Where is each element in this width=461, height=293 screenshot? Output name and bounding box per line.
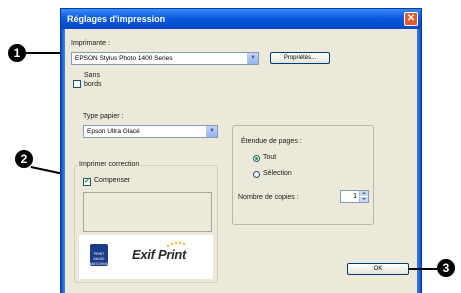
exif-dots-icon [167,242,185,247]
paper-type-label: Type papier : [83,113,124,120]
paper-type-value: Epson Ultra Glacé [87,128,140,135]
copies-label: Nombre de copies : [238,194,299,201]
title-bar: Réglages d'impression [61,9,421,29]
callout-1: 1 [8,44,26,62]
radio-all-label: Tout [263,154,277,161]
printer-select-value: EPSON Stylus Photo 1400 Series [75,55,173,62]
logos-panel: PRINT IMAGE MATCHING Exif Print [79,235,213,279]
window-border-left [61,29,65,293]
spin-up-icon[interactable] [359,191,368,196]
ok-button[interactable]: OK [347,263,409,275]
printer-select[interactable]: EPSON Stylus Photo 1400 Series ▼ [71,52,259,65]
chevron-down-icon[interactable]: ▼ [206,126,217,137]
radio-selection-label: Sélection [263,170,292,177]
close-icon[interactable]: ✕ [404,12,418,26]
chevron-down-icon[interactable]: ▼ [247,53,258,64]
borderless-label-line1: Sans [84,72,100,79]
print-correction-title: Imprimer correction [78,161,141,168]
callout-3-line [409,268,437,270]
borderless-checkbox[interactable] [73,80,81,88]
printer-label: Imprimante : [71,40,110,47]
exif-print-logo: Exif Print [132,247,187,262]
print-image-matching-logo: PRINT IMAGE MATCHING [90,244,108,266]
copies-stepper[interactable]: 1 [340,190,369,203]
window-border-right [417,29,421,293]
radio-all[interactable] [253,155,260,162]
window-title: Réglages d'impression [67,14,166,24]
correction-preview-box [83,192,212,232]
callout-3: 3 [437,259,455,277]
copies-value: 1 [353,193,357,200]
paper-type-select[interactable]: Epson Ultra Glacé ▼ [83,125,218,138]
borderless-label-line2: bords [84,81,102,88]
radio-selection[interactable] [253,171,260,178]
page-range-title: Étendue de pages : [241,138,302,145]
pim-logo-text: PRINT IMAGE MATCHING [90,252,109,266]
spin-down-icon[interactable] [359,197,368,202]
compensate-checkbox[interactable] [83,176,91,186]
compensate-label: Compenser [94,177,131,184]
properties-button[interactable]: Propriétés... [270,52,330,64]
